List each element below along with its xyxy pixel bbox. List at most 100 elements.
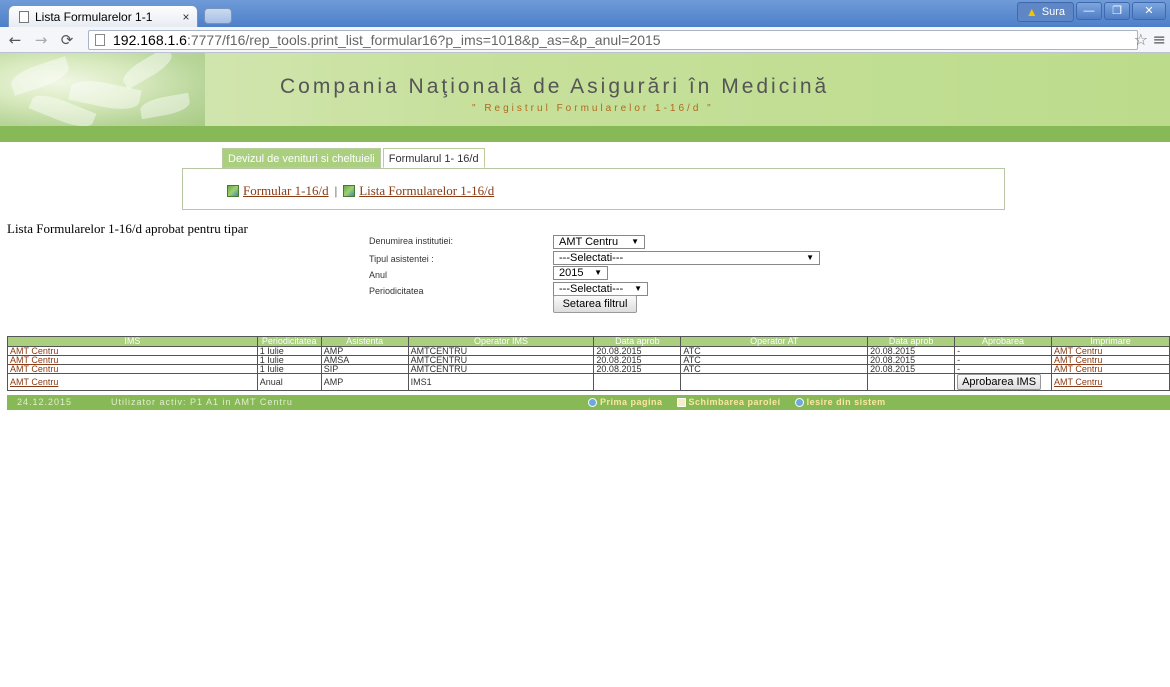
print-link[interactable]: AMT Centru — [1054, 364, 1102, 374]
table-row: AMT Centru 1 Iulie AMP AMTCENTRU 20.08.2… — [7, 346, 1170, 356]
user-profile-button[interactable]: ▲ Sura — [1016, 2, 1074, 22]
col-header-operator-ims: Operator IMS — [407, 336, 595, 347]
cell-operator-ims: AMTCENTRU — [407, 364, 595, 374]
window-controls: ▲ Sura — ❐ ✕ — [1016, 2, 1166, 22]
link-form-list[interactable]: Lista Formularelor 1-16/d — [359, 183, 494, 199]
address-bar[interactable]: 192.168.1.6:7777/f16/rep_tools.print_lis… — [88, 30, 1138, 50]
warning-icon: ▲ — [1025, 5, 1038, 19]
cell-operator-at: ATC — [680, 364, 869, 374]
chevron-down-icon: ▼ — [634, 284, 642, 293]
periodicity-select[interactable]: ---Selectati--- ▼ — [553, 282, 648, 296]
cell-operator-ims: IMS1 — [407, 373, 595, 391]
col-header-ims: IMS — [7, 336, 258, 347]
year-label: Anul — [369, 270, 388, 280]
cell-print: AMT Centru — [1051, 373, 1170, 391]
cell-date-at: 20.08.2015 — [867, 364, 956, 374]
reload-icon[interactable]: ⟳ — [56, 31, 78, 49]
change-password-link[interactable]: Schimbarea parolei — [676, 395, 781, 410]
cell-approval: - — [954, 355, 1053, 365]
forward-icon[interactable]: → — [30, 31, 52, 49]
logout-link[interactable]: Iesire din sistem — [794, 395, 886, 410]
col-header-assistance: Asistenta — [320, 336, 409, 347]
table-row: AMT Centru Anual AMP IMS1 Aprobarea IMS … — [7, 373, 1170, 391]
maximize-button[interactable]: ❐ — [1104, 2, 1130, 20]
cell-approval: Aprobarea IMS — [954, 373, 1053, 391]
page-icon — [95, 34, 105, 46]
link-separator: | — [334, 183, 338, 198]
tab-form-1-16d[interactable]: Formularul 1- 16/d — [382, 148, 485, 168]
bookmark-star-icon[interactable]: ☆ — [1134, 30, 1148, 49]
chevron-down-icon: ▼ — [806, 253, 814, 262]
close-window-button[interactable]: ✕ — [1132, 2, 1166, 20]
panel-links: Formular 1-16/d | Lista Formularelor 1-1… — [227, 183, 494, 199]
logout-icon — [794, 398, 804, 407]
mail-icon — [676, 398, 686, 407]
apply-filter-button[interactable]: Setarea filtrul — [553, 295, 637, 313]
ims-link[interactable]: AMT Centru — [10, 364, 58, 374]
user-name: Sura — [1041, 6, 1065, 18]
home-label: Prima pagina — [600, 397, 663, 407]
tab-panel: Formular 1-16/d | Lista Formularelor 1-1… — [182, 168, 1005, 210]
browser-titlebar: Lista Formularelor 1-1 × ▲ Sura — ❐ ✕ — [0, 0, 1170, 27]
cell-ims: AMT Centru — [7, 373, 258, 391]
cell-approval: - — [954, 346, 1053, 356]
table-row: AMT Centru 1 Iulie SIP AMTCENTRU 20.08.2… — [7, 364, 1170, 374]
active-user: Utilizator activ: P1 A1 in AMT Centru — [111, 397, 293, 407]
current-date: 24.12.2015 — [17, 397, 73, 407]
organization-title: Compania Naţională de Asigurări în Medic… — [280, 75, 830, 98]
assistance-select[interactable]: ---Selectati--- ▼ — [553, 251, 820, 265]
ims-link[interactable]: AMT Centru — [10, 377, 58, 387]
cell-date-ims: 20.08.2015 — [593, 364, 682, 374]
col-header-periodicity: Periodicitatea — [256, 336, 322, 347]
home-link[interactable]: Prima pagina — [588, 395, 663, 410]
cell-periodicity: Anual — [256, 373, 322, 391]
url-host: 192.168.1.6 — [113, 32, 187, 48]
registry-subtitle: " Registrul Formularelor 1-16/d " — [472, 103, 714, 114]
list-icon — [343, 185, 356, 197]
url-path: :7777/f16/rep_tools.print_list_formular1… — [186, 32, 661, 48]
header-divider — [0, 126, 1170, 142]
banner-image — [0, 53, 205, 126]
col-header-operator-at: Operator AT — [680, 336, 869, 347]
col-header-approval-date-at: Data aprob — [867, 336, 956, 347]
chevron-down-icon: ▼ — [594, 268, 602, 277]
menu-icon[interactable]: ≡ — [1153, 30, 1166, 49]
cell-operator-at: ATC — [680, 346, 869, 356]
section-title: Lista Formularelor 1-16/d aprobat pentru… — [7, 221, 248, 236]
table-row: AMT Centru 1 Iulie AMSA AMTCENTRU 20.08.… — [7, 355, 1170, 365]
forms-table: IMS Periodicitatea Asistenta Operator IM… — [7, 336, 1170, 391]
approve-ims-button[interactable]: Aprobarea IMS — [957, 374, 1042, 390]
cell-operator-at — [680, 373, 869, 391]
form-icon — [227, 185, 239, 197]
browser-toolbar: ← → ⟳ 192.168.1.6:7777/f16/rep_tools.pri… — [0, 27, 1170, 53]
back-icon[interactable]: ← — [4, 31, 26, 49]
browser-tab[interactable]: Lista Formularelor 1-1 × — [8, 5, 198, 27]
col-header-approval: Aprobarea — [954, 336, 1053, 347]
new-tab-button[interactable] — [204, 8, 232, 24]
print-link[interactable]: AMT Centru — [1054, 377, 1102, 387]
cell-print: AMT Centru — [1051, 364, 1170, 374]
institution-label: Denumirea institutiei: — [369, 236, 454, 246]
link-form-1-16d[interactable]: Formular 1-16/d — [243, 183, 329, 199]
site-banner: Compania Naţională de Asigurări în Medic… — [0, 53, 1170, 126]
minimize-button[interactable]: — — [1076, 2, 1102, 20]
page-icon — [19, 10, 29, 23]
cell-ims: AMT Centru — [7, 364, 258, 374]
status-actions: Prima pagina Schimbarea parolei Iesire d… — [588, 395, 886, 410]
table-header-row: IMS Periodicitatea Asistenta Operator IM… — [7, 336, 1170, 347]
chevron-down-icon: ▼ — [631, 237, 639, 246]
tab-close-icon[interactable]: × — [179, 10, 193, 24]
tab-title: Lista Formularelor 1-1 — [35, 9, 153, 24]
col-header-approval-date-ims: Data aprob — [593, 336, 682, 347]
status-bar: 24.12.2015 Utilizator activ: P1 A1 in AM… — [7, 395, 1170, 410]
cell-date-at — [867, 373, 956, 391]
institution-value: AMT Centru — [559, 236, 619, 248]
cell-assistance: SIP — [320, 364, 409, 374]
cell-approval: - — [954, 364, 1053, 374]
tab-budget[interactable]: Devizul de venituri si cheltuieli — [222, 148, 381, 168]
assistance-label: Tipul asistentei : — [369, 254, 434, 264]
cell-operator-at: ATC — [680, 355, 869, 365]
year-select[interactable]: 2015 ▼ — [553, 266, 608, 280]
col-header-print: Imprimare — [1051, 336, 1170, 347]
institution-select[interactable]: AMT Centru ▼ — [553, 235, 645, 249]
